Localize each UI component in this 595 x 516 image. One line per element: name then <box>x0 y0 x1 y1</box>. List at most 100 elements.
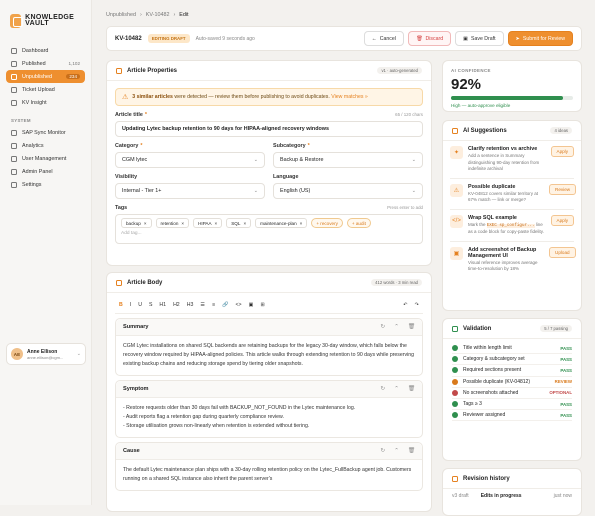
logo[interactable]: KNOWLEDGE VAULT <box>10 8 85 34</box>
undo-icon[interactable]: ↶ <box>403 302 407 308</box>
bold-button[interactable]: B <box>119 302 123 308</box>
view-matches-link[interactable]: View matches » <box>331 94 368 100</box>
sidebar-item-settings[interactable]: Settings <box>6 178 85 191</box>
h3-button[interactable]: H3 <box>187 302 194 308</box>
sidebar-item-admin-panel[interactable]: Admin Panel <box>6 165 85 178</box>
tag-chip[interactable]: HIPAA × <box>193 218 223 228</box>
validation-row: Tags ≥ 3 PASS <box>452 399 572 411</box>
trash-icon[interactable]: 🗑 <box>408 386 415 392</box>
submit-review-button[interactable]: ➤ Submit for Review <box>507 31 573 46</box>
sidebar-item-unpublished[interactable]: Unpublished 234 <box>6 70 85 83</box>
underline-button[interactable]: U <box>138 302 142 308</box>
regenerate-icon[interactable]: ↻ <box>381 324 386 330</box>
document-icon <box>116 67 122 74</box>
user-email: anne.ellison@cgm... <box>27 354 64 360</box>
breadcrumb-current: Edit <box>179 12 189 18</box>
formatting-toolbar: B I U S H1 H2 H3 ☰ ≡ 🔗 <> ▣ ⊞ ↶ ↷ <box>115 297 423 314</box>
suggested-tag[interactable]: + audit <box>346 218 371 228</box>
validation-status: REVIEW <box>554 379 572 385</box>
italic-button[interactable]: I <box>130 302 131 308</box>
code-icon[interactable]: <> <box>236 302 242 308</box>
chevron-down-icon: ⌄ <box>253 157 258 163</box>
upload-icon <box>11 86 17 93</box>
sidebar-item-published[interactable]: Published 1,102 <box>6 57 85 70</box>
breadcrumb: Unpublished › KV-10482 › Edit <box>106 12 189 18</box>
chevron-up-icon[interactable]: ⌃ <box>394 448 399 454</box>
tag-chip[interactable]: backup × <box>121 218 152 228</box>
sidebar-item-ticket-upload[interactable]: Ticket Upload <box>6 83 85 96</box>
close-icon[interactable]: × <box>300 221 303 226</box>
trash-icon[interactable]: 🗑 <box>408 448 415 454</box>
sidebar-item-sap-sync[interactable]: SAP Sync Monitor <box>6 126 85 139</box>
bullet-list-icon[interactable]: ☰ <box>200 302 205 308</box>
section-text[interactable]: - Restore requests older than 30 days fa… <box>116 398 422 437</box>
card-title: Article Properties <box>127 67 178 74</box>
regenerate-icon[interactable]: ↻ <box>381 386 386 392</box>
sidebar-item-analytics[interactable]: Analytics <box>6 139 85 152</box>
redo-icon[interactable]: ↷ <box>415 302 419 308</box>
warning-icon: ⚠ <box>450 183 463 197</box>
close-icon[interactable]: × <box>144 221 147 226</box>
suggestion-item: ⚠ Possible duplicate KV-04812 covers simil… <box>450 179 577 210</box>
chevron-down-icon: ⌄ <box>411 188 416 194</box>
user-profile[interactable]: AE Anne Ellison anne.ellison@cgm... ⌄ <box>6 343 86 365</box>
sidebar-item-kv-insight[interactable]: KV Insight <box>6 96 85 109</box>
save-draft-button[interactable]: ▣ Save Draft <box>455 31 504 46</box>
chevron-up-icon[interactable]: ⌃ <box>394 324 399 330</box>
suggested-tag[interactable]: + recovery <box>311 218 343 228</box>
edit-icon <box>116 279 122 286</box>
section-text[interactable]: The default Lytec maintenance plan ships… <box>116 460 422 490</box>
trash-icon[interactable]: 🗑 <box>408 324 415 330</box>
apply-button[interactable]: Apply <box>550 214 574 226</box>
revision-row[interactable]: v3 draft Edits in progress just now <box>452 489 572 503</box>
analytics-icon <box>11 142 17 149</box>
gear-icon <box>11 181 17 188</box>
validation-row: Reviewer assigned PASS <box>452 410 572 422</box>
review-button[interactable]: Review <box>549 183 577 195</box>
tag-chip[interactable]: retention × <box>155 218 190 228</box>
subcategory-select[interactable]: Backup & Restore ⌄ <box>273 152 423 168</box>
section-text[interactable]: CGM Lytec installations on shared SQL ba… <box>116 336 422 375</box>
breadcrumb-unpublished[interactable]: Unpublished <box>106 12 136 18</box>
status-dot <box>452 401 458 408</box>
strike-button[interactable]: S <box>149 302 152 308</box>
upload-button[interactable]: Upload <box>549 246 576 258</box>
tag-chip[interactable]: SQL × <box>226 218 252 228</box>
confidence-value: 92% <box>451 76 482 93</box>
arrow-left-icon: ← <box>371 35 377 42</box>
breadcrumb-article[interactable]: KV-10482 <box>146 12 170 18</box>
close-icon[interactable]: × <box>243 221 246 226</box>
avatar: AE <box>11 348 23 360</box>
link-icon[interactable]: 🔗 <box>222 302 228 308</box>
chevron-down-icon: ⌄ <box>76 351 81 357</box>
article-body-card: Article Body 412 words · 3 min read B I U… <box>106 272 432 512</box>
sidebar-item-user-management[interactable]: User Management <box>6 152 85 165</box>
article-title-input[interactable]: Updating Lytec backup retention to 90 da… <box>115 121 423 137</box>
close-icon[interactable]: × <box>181 221 184 226</box>
chevron-down-icon: ⌄ <box>411 157 416 163</box>
chevron-up-icon[interactable]: ⌃ <box>394 386 399 392</box>
tag-input-placeholder[interactable]: Add tag... <box>121 231 417 236</box>
sidebar-item-dashboard[interactable]: Dashboard <box>6 44 85 57</box>
visibility-select[interactable]: Internal - Tier 1+ ⌄ <box>115 183 265 199</box>
numbered-list-icon[interactable]: ≡ <box>212 302 215 308</box>
h1-button[interactable]: H1 <box>159 302 166 308</box>
validation-row: Possible duplicate (KV-04812) REVIEW <box>452 377 572 388</box>
h2-button[interactable]: H2 <box>173 302 180 308</box>
language-select[interactable]: English (US) ⌄ <box>273 183 423 199</box>
table-icon[interactable]: ⊞ <box>260 302 264 308</box>
regenerate-icon[interactable]: ↻ <box>381 448 386 454</box>
status-badge: EDITING DRAFT <box>147 34 190 43</box>
tags-input[interactable]: backup × retention × HIPAA × SQL × maintenan… <box>115 214 423 244</box>
validation-status: PASS <box>560 345 572 351</box>
close-icon[interactable]: × <box>215 221 218 226</box>
tag-chip[interactable]: maintenance-plan × <box>255 218 308 228</box>
image-icon[interactable]: ▣ <box>249 302 254 308</box>
section-symptom: Symptom ↻ ⌃ 🗑 - Restore requests older than… <box>115 380 423 438</box>
unpublished-icon <box>11 73 17 80</box>
category-select[interactable]: CGM lytec ⌄ <box>115 152 265 168</box>
apply-button[interactable]: Apply <box>550 146 574 157</box>
cancel-button[interactable]: ← Cancel <box>363 31 404 46</box>
discard-button[interactable]: 🗑 Discard <box>407 31 452 46</box>
autosave-status: Auto-saved 9 seconds ago <box>195 35 255 42</box>
